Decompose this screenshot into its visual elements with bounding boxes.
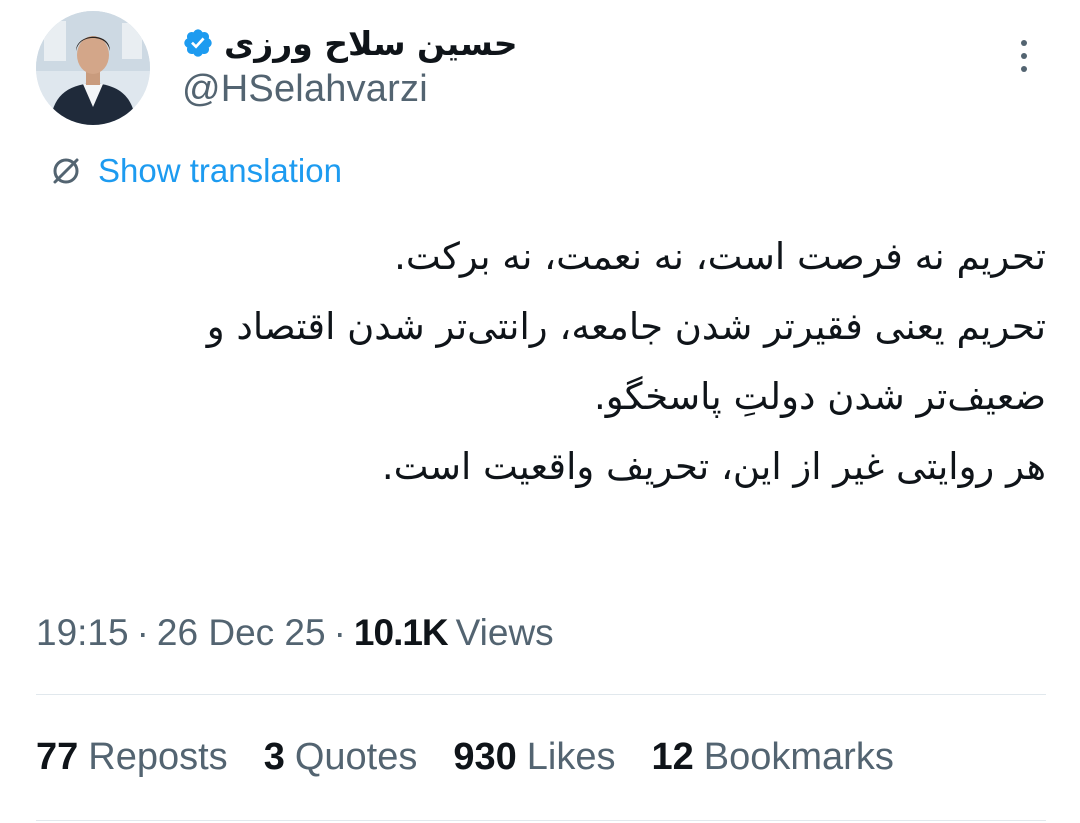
quotes-label: Quotes xyxy=(294,736,418,778)
author-handle[interactable]: @HSelahvarzi xyxy=(182,68,428,111)
tweet-line: تحریم یعنی فقیرتر شدن جامعه، رانتی‌تر شد… xyxy=(206,305,1046,348)
more-dots-icon xyxy=(1021,53,1027,59)
more-dots-icon xyxy=(1021,66,1027,72)
avatar-photo xyxy=(36,11,150,125)
bookmarks-label: Bookmarks xyxy=(703,736,894,778)
translate-globe-icon xyxy=(53,158,79,184)
tweet-time[interactable]: 19:15 xyxy=(36,612,129,654)
tweet-date[interactable]: 26 Dec 25 xyxy=(157,612,326,654)
divider xyxy=(36,694,1046,695)
tweet-line: ضعیف‌تر شدن دولتِ پاسخگو. xyxy=(593,375,1046,418)
likes-label: Likes xyxy=(526,736,616,778)
tweet-text: تحریم نه فرصت است، نه نعمت، نه برکت. تحر… xyxy=(40,234,1046,490)
more-dots-icon xyxy=(1021,40,1027,46)
reposts-label: Reposts xyxy=(88,736,228,778)
author-name-row[interactable]: حسین سلاح ورزی xyxy=(182,20,518,66)
likes-count: 930 xyxy=(453,736,517,778)
views-count: 10.1K xyxy=(353,612,449,653)
reposts-count: 77 xyxy=(36,736,79,778)
views-label: Views xyxy=(455,612,554,653)
show-translation-label: Show translation xyxy=(98,152,342,189)
tweet-line: هر روایتی غیر از این، تحریف واقعیت است. xyxy=(381,445,1046,488)
divider xyxy=(36,820,1046,821)
bookmarks-count: 12 xyxy=(651,736,694,778)
tweet-line: تحریم نه فرصت است، نه نعمت، نه برکت. xyxy=(394,235,1046,278)
meta-separator: · xyxy=(333,612,346,653)
likes-stat[interactable]: 930 Likes xyxy=(453,736,615,779)
quotes-count: 3 xyxy=(263,736,285,778)
author-display-name: حسین سلاح ورزی xyxy=(224,23,518,63)
reposts-stat[interactable]: 77 Reposts xyxy=(36,736,228,779)
show-translation-link[interactable]: Show translation xyxy=(48,150,342,192)
author-avatar[interactable] xyxy=(36,11,150,125)
engagement-stats: 77 Reposts 3 Quotes 930 Likes 12 Bookmar… xyxy=(36,736,894,779)
tweet-meta: 19:15 · 26 Dec 25 · 10.1K Views xyxy=(36,612,554,654)
quotes-stat[interactable]: 3 Quotes xyxy=(264,736,418,779)
more-options-button[interactable] xyxy=(1006,34,1042,78)
verified-badge-icon xyxy=(182,27,214,59)
meta-separator: · xyxy=(136,612,149,653)
bookmarks-stat[interactable]: 12 Bookmarks xyxy=(651,736,893,779)
